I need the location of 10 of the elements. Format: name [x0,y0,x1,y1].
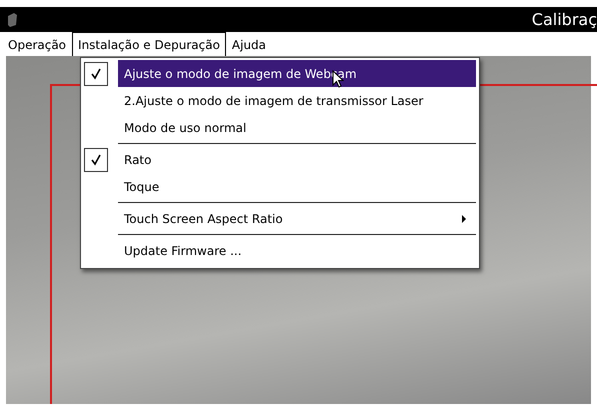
window-title: Calibraç [532,10,597,29]
menu-option[interactable]: 2.Ajuste o modo de imagem de transmissor Laser [118,87,476,114]
menu-option[interactable]: Touch Screen Aspect Ratio [118,205,476,232]
menu-option[interactable]: Update Firmware ... [118,237,476,264]
menu-option[interactable]: Modo de uso normal [118,114,476,141]
menu-item[interactable]: Operação [2,32,72,56]
menu-item[interactable]: Ajuda [226,32,272,56]
menu-option[interactable]: Rato [118,146,476,173]
menu-option[interactable]: Toque [118,173,476,200]
app-icon [6,12,18,26]
